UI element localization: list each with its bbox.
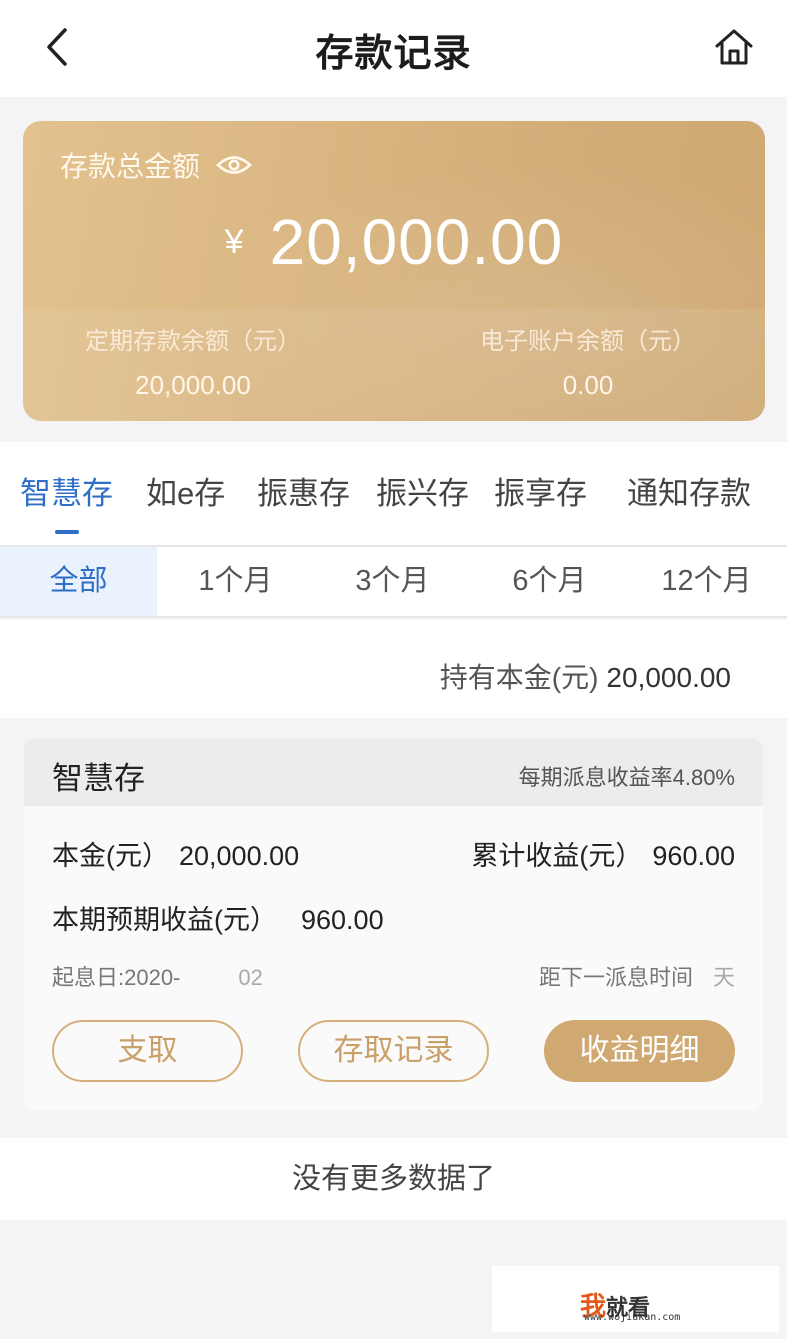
deposit-card: 智慧存 每期派息收益率4.80% 本金(元） 20,000.00 累计收益(元） 9…: [24, 738, 763, 1111]
total-amount-value: 20,000.00: [269, 206, 564, 278]
period-3-months[interactable]: 3个月: [314, 547, 471, 616]
home-icon: [715, 29, 753, 65]
summary-section: 存款总金额 ¥20,000.00 定期存款余额（元） 20,000.00 电子账…: [0, 97, 787, 442]
period-all[interactable]: 全部: [0, 547, 157, 616]
tab-ruecun[interactable]: 如e存: [146, 468, 225, 513]
product-tabs: 智慧存 如e存 振惠存 振兴存 振享存 通知存款: [0, 442, 787, 546]
fixed-deposit-value: 20,000.00: [135, 370, 251, 400]
balance-card: 存款总金额 ¥20,000.00 定期存款余额（元） 20,000.00 电子账…: [23, 121, 765, 421]
principal-value: 20,000.00: [606, 662, 731, 693]
tab-zhihuicun[interactable]: 智慧存: [20, 468, 113, 513]
tab-zhenxiangcun[interactable]: 振享存: [494, 468, 587, 513]
period-1-month[interactable]: 1个月: [157, 547, 314, 616]
withdraw-button[interactable]: 支取: [52, 1020, 243, 1082]
expected-earnings-label: 本期预期收益(元）: [52, 905, 277, 935]
top-bar: 存款记录: [0, 0, 787, 97]
e-account-value: 0.00: [562, 370, 614, 400]
earnings-detail-button[interactable]: 收益明细: [544, 1020, 735, 1082]
deposit-cumulative-earnings: 累计收益(元） 960.00: [471, 834, 735, 873]
tab-notice-deposit[interactable]: 通知存款: [627, 468, 751, 513]
no-more-data: 没有更多数据了: [0, 1138, 787, 1220]
active-tab-indicator: [55, 530, 79, 534]
deposit-name: 智慧存: [52, 761, 145, 796]
start-date-text: 起息日:2020-: [52, 965, 181, 990]
e-account-balance: 电子账户余额（元） 0.00: [423, 321, 753, 401]
next-payout: 距下一派息时间天: [539, 960, 735, 992]
fixed-deposit-label: 定期存款余额（元）: [85, 328, 301, 355]
deposit-principal-label: 本金(元）: [52, 841, 169, 871]
expected-earnings-value: 960.00: [301, 905, 384, 935]
next-payout-unit: 天: [712, 965, 735, 990]
total-amount: ¥20,000.00: [23, 205, 765, 279]
cumulative-earnings-label: 累计收益(元）: [471, 841, 643, 871]
tab-zhenxingcun[interactable]: 振兴存: [376, 468, 469, 513]
deposit-card-header: 智慧存 每期派息收益率4.80%: [24, 738, 763, 806]
deposit-principal-value: 20,000.00: [179, 841, 300, 871]
total-label-text: 存款总金额: [60, 151, 201, 182]
deposit-expected-earnings: 本期预期收益(元） 960.00: [52, 898, 384, 937]
page-title: 存款记录: [315, 33, 472, 75]
transaction-records-button[interactable]: 存取记录: [298, 1020, 489, 1082]
watermark: 我就看 www.wojiukan.com: [492, 1266, 779, 1332]
deposit-principal: 本金(元） 20,000.00: [52, 834, 299, 873]
principal-label: 持有本金(元): [439, 662, 599, 693]
next-payout-text: 距下一派息时间: [538, 965, 693, 990]
home-button[interactable]: [709, 22, 759, 72]
tab-zhenhuicun[interactable]: 振惠存: [257, 468, 350, 513]
period-filter: 全部 1个月 3个月 6个月 12个月: [0, 547, 787, 618]
period-6-months[interactable]: 6个月: [471, 547, 628, 616]
principal-text: 持有本金(元) 20,000.00: [440, 656, 731, 696]
e-account-label: 电子账户余额（元）: [480, 328, 696, 355]
start-date: 起息日:2020- 02: [52, 960, 263, 992]
currency-symbol: ¥: [224, 222, 244, 261]
deposit-rate: 每期派息收益率4.80%: [518, 765, 735, 790]
eye-icon[interactable]: [216, 154, 252, 176]
fixed-deposit-balance: 定期存款余额（元） 20,000.00: [28, 321, 358, 401]
start-date-tail: 02: [238, 965, 263, 990]
cumulative-earnings-value: 960.00: [652, 841, 735, 871]
watermark-url: www.wojiukan.com: [584, 1312, 681, 1323]
principal-summary: 持有本金(元) 20,000.00: [0, 620, 787, 718]
period-12-months[interactable]: 12个月: [628, 547, 785, 616]
total-label: 存款总金额: [60, 145, 252, 185]
